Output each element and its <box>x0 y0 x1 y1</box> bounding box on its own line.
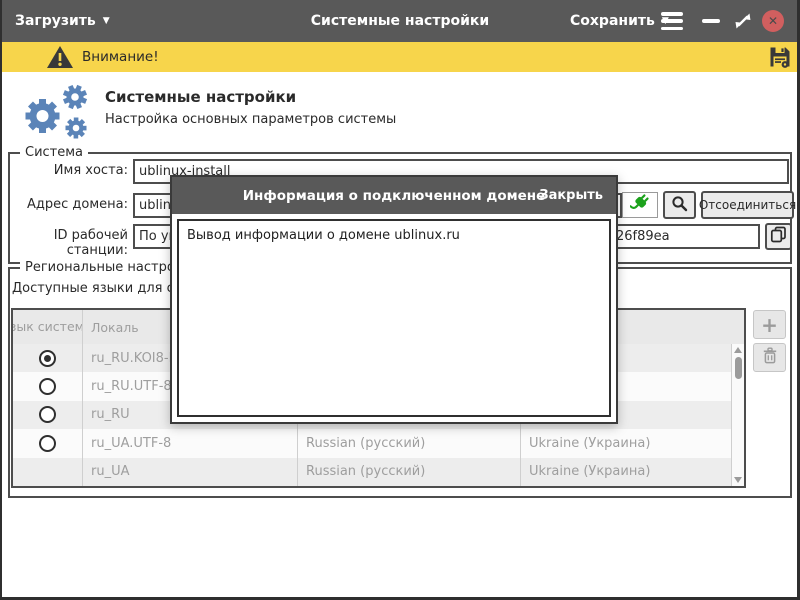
add-locale-button[interactable]: + <box>753 310 786 339</box>
gears-icon <box>12 80 104 146</box>
search-icon <box>671 195 688 216</box>
warning-icon <box>46 45 74 73</box>
table-scrollbar[interactable] <box>731 344 744 486</box>
domain-search-button[interactable] <box>663 191 696 219</box>
country-cell: Ukraine (Украина) <box>520 458 731 486</box>
workstation-id-label: ID рабочей станции: <box>2 228 128 258</box>
plug-icon <box>630 193 650 217</box>
domain-status-indicator <box>622 192 658 218</box>
radio-unselected[interactable] <box>39 406 56 423</box>
table-row[interactable]: ru_UA.UTF-8 Russian (русский) Ukraine (У… <box>13 429 731 457</box>
locale-cell: ru_UA <box>82 458 297 486</box>
dialog-output-text: Вывод информации о домене ublinux.ru <box>187 228 460 243</box>
minimize-icon[interactable] <box>702 19 720 23</box>
resize-icon[interactable] <box>733 11 753 31</box>
warning-bar: Внимание! <box>0 42 800 72</box>
domain-label: Адрес домена: <box>10 197 128 212</box>
dialog-output-area: Вывод информации о домене ublinux.ru <box>177 219 611 417</box>
language-cell: Russian (русский) <box>297 429 520 457</box>
locale-cell: ru_UA.UTF-8 <box>82 429 297 457</box>
radio-unselected[interactable] <box>39 378 56 395</box>
disconnect-button[interactable]: Отсоединиться <box>701 191 794 219</box>
copy-id-button[interactable] <box>765 223 792 250</box>
warning-text: Внимание! <box>82 42 159 72</box>
country-cell: Ukraine (Украина) <box>520 429 731 457</box>
plus-icon: + <box>761 315 778 335</box>
system-settings-window: Загрузить ▼ Системные настройки Сохранит… <box>0 0 800 600</box>
save-button[interactable]: Сохранить ▼ <box>570 0 669 42</box>
scroll-down-icon[interactable] <box>734 477 742 483</box>
system-section-legend: Система <box>20 145 88 160</box>
scroll-up-icon[interactable] <box>734 347 742 353</box>
language-cell: Russian (русский) <box>297 458 520 486</box>
domain-info-dialog: Информация о подключенном домене Закрыть… <box>170 175 618 424</box>
radio-selected[interactable] <box>39 350 56 367</box>
close-icon: ✕ <box>768 14 778 28</box>
table-row[interactable]: ru_UA Russian (русский) Ukraine (Украина… <box>13 458 731 486</box>
window-title: Системные настройки <box>311 13 489 29</box>
save-icon[interactable] <box>768 45 792 73</box>
trash-icon <box>762 347 778 368</box>
disconnect-button-label: Отсоединиться <box>699 198 796 212</box>
header-system-language: Язык системы <box>13 310 82 344</box>
scrollbar-thumb[interactable] <box>735 357 742 379</box>
save-button-label: Сохранить <box>570 13 655 29</box>
hostname-label: Имя хоста: <box>10 163 128 178</box>
dialog-header: Информация о подключенном домене Закрыть <box>172 177 616 214</box>
close-window-button[interactable]: ✕ <box>762 10 784 32</box>
dialog-close-button[interactable]: Закрыть <box>539 177 603 214</box>
copy-icon <box>770 226 787 247</box>
page-subtitle: Настройка основных параметров системы <box>105 112 396 127</box>
title-bar: Загрузить ▼ Системные настройки Сохранит… <box>0 0 800 42</box>
workstation-id-value-end: 26f89ea <box>616 229 670 244</box>
delete-locale-button[interactable] <box>753 343 786 372</box>
menu-icon[interactable] <box>661 12 683 30</box>
page-title: Системные настройки <box>105 88 296 106</box>
radio-unselected[interactable] <box>39 435 56 452</box>
